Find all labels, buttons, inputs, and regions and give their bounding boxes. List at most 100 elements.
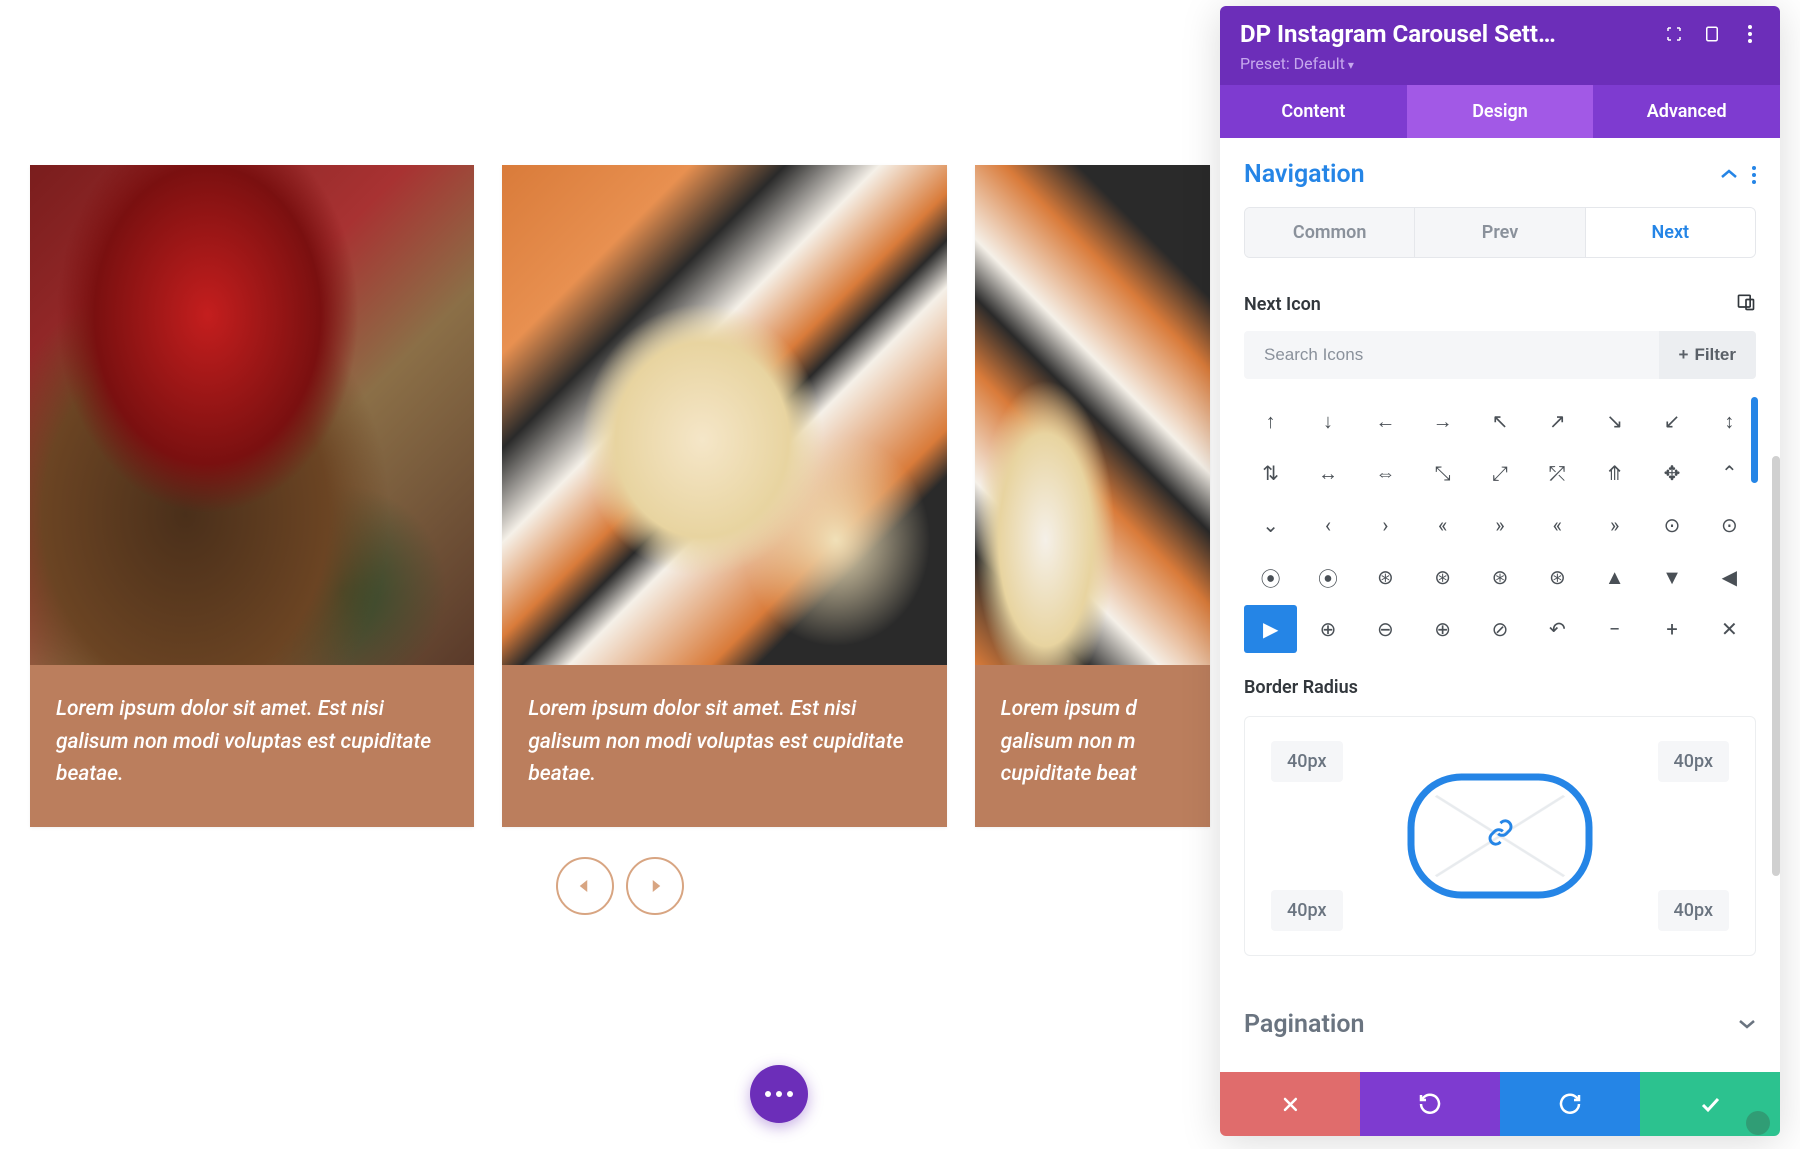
icon-option[interactable]: » bbox=[1473, 501, 1526, 549]
scrollbar[interactable] bbox=[1772, 456, 1780, 876]
icon-option[interactable]: + bbox=[1645, 605, 1698, 653]
icon-option[interactable]: − bbox=[1588, 605, 1641, 653]
icon-option[interactable]: ↕ bbox=[1703, 397, 1756, 445]
icon-option[interactable]: ◀ bbox=[1703, 553, 1756, 601]
close-button[interactable] bbox=[1220, 1072, 1360, 1136]
chevron-up-icon bbox=[1720, 165, 1738, 184]
carousel-card[interactable]: Lorem ipsum dolor sit amet. Est nisi gal… bbox=[502, 165, 946, 827]
icon-option[interactable]: ← bbox=[1359, 397, 1412, 445]
icon-option[interactable]: ⌃ bbox=[1703, 449, 1756, 497]
icon-option[interactable]: ↶ bbox=[1531, 605, 1584, 653]
radius-br-input[interactable]: 40px bbox=[1658, 890, 1730, 931]
panel-title: DP Instagram Carousel Sett… bbox=[1240, 20, 1646, 48]
icon-option[interactable]: ⊕ bbox=[1301, 605, 1354, 653]
icon-option[interactable]: ⊙ bbox=[1703, 501, 1756, 549]
icon-option[interactable]: ▼ bbox=[1645, 553, 1698, 601]
undo-button[interactable] bbox=[1360, 1072, 1500, 1136]
icon-option[interactable]: « bbox=[1416, 501, 1469, 549]
radius-tr-input[interactable]: 40px bbox=[1658, 741, 1730, 782]
subtab-next[interactable]: Next bbox=[1585, 208, 1755, 257]
icon-option[interactable]: ↔ bbox=[1301, 449, 1354, 497]
icon-option[interactable]: ⊛ bbox=[1359, 553, 1412, 601]
icon-option[interactable]: ✕ bbox=[1703, 605, 1756, 653]
carousel-preview: Lorem ipsum dolor sit amet. Est nisi gal… bbox=[30, 165, 1210, 915]
icon-option[interactable]: ⦿ bbox=[1244, 553, 1297, 601]
icon-option[interactable]: ↑ bbox=[1244, 397, 1297, 445]
check-icon bbox=[1698, 1092, 1722, 1116]
icon-option[interactable]: ↙ bbox=[1645, 397, 1698, 445]
icon-option[interactable]: ↓ bbox=[1301, 397, 1354, 445]
section-pagination[interactable]: Pagination bbox=[1220, 988, 1780, 1057]
icon-option[interactable]: ⊛ bbox=[1473, 553, 1526, 601]
section-title: Pagination bbox=[1244, 1010, 1738, 1039]
responsive-icon[interactable] bbox=[1736, 292, 1756, 317]
tab-advanced[interactable]: Advanced bbox=[1593, 85, 1780, 138]
section-navigation[interactable]: Navigation bbox=[1220, 138, 1780, 207]
icon-option[interactable]: ⇅ bbox=[1244, 449, 1297, 497]
icon-option[interactable]: ⦿ bbox=[1301, 553, 1354, 601]
undo-icon bbox=[1418, 1092, 1442, 1116]
icon-option[interactable]: → bbox=[1416, 397, 1469, 445]
filter-button[interactable]: + Filter bbox=[1659, 331, 1757, 379]
icon-option[interactable]: ⊛ bbox=[1416, 553, 1469, 601]
tablet-icon[interactable] bbox=[1702, 24, 1722, 44]
border-radius-control: 40px 40px 40px 40px bbox=[1244, 716, 1756, 956]
carousel-nav bbox=[30, 857, 1210, 915]
caret-right-icon bbox=[646, 877, 664, 895]
subtab-common[interactable]: Common bbox=[1245, 208, 1414, 257]
card-image bbox=[30, 165, 474, 665]
next-icon-label: Next Icon bbox=[1244, 294, 1321, 315]
link-icon[interactable] bbox=[1486, 819, 1514, 854]
subtab-prev[interactable]: Prev bbox=[1414, 208, 1584, 257]
icon-option[interactable]: ↘ bbox=[1588, 397, 1641, 445]
icon-option[interactable]: ⊖ bbox=[1359, 605, 1412, 653]
filter-label: Filter bbox=[1694, 345, 1736, 365]
icon-option[interactable]: ⊛ bbox=[1531, 553, 1584, 601]
carousel-cards: Lorem ipsum dolor sit amet. Est nisi gal… bbox=[30, 165, 1210, 827]
more-vert-icon[interactable] bbox=[1740, 24, 1760, 44]
plus-icon: + bbox=[1679, 345, 1689, 365]
panel-body[interactable]: Navigation Common Prev Next Next Icon bbox=[1220, 138, 1780, 1072]
icon-option[interactable]: ⤱ bbox=[1531, 449, 1584, 497]
icon-option[interactable]: ▶ bbox=[1244, 605, 1297, 653]
preset-selector[interactable]: Preset: Default bbox=[1240, 54, 1760, 73]
carousel-card[interactable]: Lorem ipsum dolor sit amet. Est nisi gal… bbox=[30, 165, 474, 827]
card-image bbox=[502, 165, 946, 665]
icon-option[interactable]: ‹ bbox=[1301, 501, 1354, 549]
icon-option[interactable]: ⊘ bbox=[1473, 605, 1526, 653]
icon-option[interactable]: ⤡ bbox=[1416, 449, 1469, 497]
icon-option[interactable]: ⤢ bbox=[1473, 449, 1526, 497]
grid-scrollbar[interactable] bbox=[1751, 397, 1758, 483]
icon-option[interactable]: ↖ bbox=[1473, 397, 1526, 445]
resize-handle[interactable] bbox=[1746, 1111, 1770, 1135]
search-icons-input[interactable] bbox=[1244, 331, 1659, 379]
tab-content[interactable]: Content bbox=[1220, 85, 1407, 138]
icon-option[interactable]: ⊙ bbox=[1645, 501, 1698, 549]
more-vert-icon[interactable] bbox=[1752, 166, 1756, 184]
section-title: Navigation bbox=[1244, 160, 1720, 189]
nav-subtabs: Common Prev Next bbox=[1244, 207, 1756, 258]
close-icon bbox=[1280, 1094, 1300, 1114]
icon-option[interactable]: ▲ bbox=[1588, 553, 1641, 601]
fab-more-button[interactable] bbox=[750, 1065, 808, 1123]
panel-tabs: Content Design Advanced bbox=[1220, 85, 1780, 138]
radius-tl-input[interactable]: 40px bbox=[1271, 741, 1343, 782]
radius-bl-input[interactable]: 40px bbox=[1271, 890, 1343, 931]
icon-option[interactable]: ✥ bbox=[1645, 449, 1698, 497]
icon-option[interactable]: « bbox=[1531, 501, 1584, 549]
icon-grid: ↑↓←→↖↗↘↙↕⇅↔⇔⤡⤢⤱⤊✥⌃⌄‹›«»«»⊙⊙⦿⦿⊛⊛⊛⊛▲▼◀▶⊕⊖⊕… bbox=[1244, 397, 1756, 653]
carousel-card[interactable]: Lorem ipsum d galisum non m cupiditate b… bbox=[975, 165, 1210, 827]
icon-option[interactable]: » bbox=[1588, 501, 1641, 549]
icon-option[interactable]: ⊕ bbox=[1416, 605, 1469, 653]
border-radius-label: Border Radius bbox=[1244, 677, 1358, 698]
carousel-prev-button[interactable] bbox=[556, 857, 614, 915]
icon-option[interactable]: ⇔ bbox=[1359, 449, 1412, 497]
icon-option[interactable]: ⤊ bbox=[1588, 449, 1641, 497]
redo-button[interactable] bbox=[1500, 1072, 1640, 1136]
carousel-next-button[interactable] bbox=[626, 857, 684, 915]
tab-design[interactable]: Design bbox=[1407, 85, 1594, 138]
icon-option[interactable]: › bbox=[1359, 501, 1412, 549]
icon-option[interactable]: ↗ bbox=[1531, 397, 1584, 445]
icon-option[interactable]: ⌄ bbox=[1244, 501, 1297, 549]
expand-icon[interactable] bbox=[1664, 24, 1684, 44]
